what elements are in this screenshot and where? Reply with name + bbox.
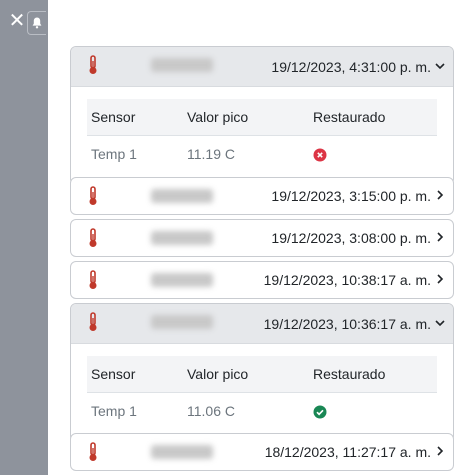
table-row: Temp 1 11.06 C — [87, 393, 437, 430]
device-id-redacted — [151, 445, 213, 459]
thermometer-icon — [89, 442, 97, 461]
alert-date: 19/12/2023, 10:38:17 a. m. — [263, 272, 431, 288]
alert-date: 19/12/2023, 4:31:00 p. m. — [271, 59, 431, 75]
restored-check-icon — [313, 405, 327, 419]
device-id-redacted — [151, 58, 213, 72]
alert-header[interactable]: 18/12/2023, 11:27:17 a. m. — [71, 434, 453, 470]
modal-backdrop: ✕ — [0, 0, 48, 475]
alert-card: 19/12/2023, 10:36:17 a. m. Sensor Valor … — [70, 303, 454, 442]
chevron-right-icon[interactable] — [434, 273, 446, 285]
alert-header[interactable]: 19/12/2023, 10:38:17 a. m. — [71, 262, 453, 298]
alert-card[interactable]: 18/12/2023, 11:27:17 a. m. — [70, 433, 454, 471]
chevron-right-icon[interactable] — [434, 189, 446, 201]
not-restored-icon — [313, 148, 327, 162]
column-header-peak-value: Valor pico — [183, 99, 309, 136]
sensor-cell: Temp 1 — [91, 146, 137, 162]
sensor-cell: Temp 1 — [91, 403, 137, 419]
alert-date: 19/12/2023, 3:15:00 p. m. — [271, 188, 431, 204]
bell-icon[interactable] — [27, 11, 46, 35]
close-icon[interactable]: ✕ — [6, 10, 28, 32]
alert-card[interactable]: 19/12/2023, 10:38:17 a. m. — [70, 261, 454, 299]
alert-date: 18/12/2023, 11:27:17 a. m. — [264, 444, 431, 460]
chevron-down-icon[interactable] — [434, 60, 446, 72]
alert-card[interactable]: 19/12/2023, 3:15:00 p. m. — [70, 177, 454, 215]
device-id-redacted — [151, 231, 213, 245]
chevron-down-icon[interactable] — [434, 317, 446, 329]
column-header-restored: Restaurado — [309, 356, 437, 393]
alert-card[interactable]: 19/12/2023, 3:08:00 p. m. — [70, 219, 454, 257]
alert-header[interactable]: 19/12/2023, 3:08:00 p. m. — [71, 220, 453, 256]
thermometer-icon — [89, 270, 97, 289]
peak-value-cell: 11.06 C — [187, 403, 235, 419]
restored-cell — [309, 136, 437, 173]
alert-details-table: Sensor Valor pico Restaurado Temp 1 11.0… — [87, 356, 437, 429]
device-id-redacted — [151, 189, 213, 203]
chevron-right-icon[interactable] — [434, 231, 446, 243]
thermometer-icon — [89, 55, 97, 74]
table-row: Temp 1 11.19 C — [87, 136, 437, 173]
alert-date: 19/12/2023, 3:08:00 p. m. — [271, 230, 431, 246]
alert-header[interactable]: 19/12/2023, 4:31:00 p. m. — [71, 47, 453, 87]
alert-date: 19/12/2023, 10:36:17 a. m. — [263, 316, 431, 332]
thermometer-icon — [89, 228, 97, 247]
device-id-redacted — [151, 273, 213, 287]
alerts-panel: 19/12/2023, 4:31:00 p. m. Sensor Valor p… — [48, 0, 464, 475]
alert-header[interactable]: 19/12/2023, 10:36:17 a. m. — [71, 304, 453, 344]
alert-details-table: Sensor Valor pico Restaurado Temp 1 11.1… — [87, 99, 437, 172]
chevron-right-icon[interactable] — [434, 445, 446, 457]
column-header-sensor: Sensor — [87, 99, 183, 136]
column-header-restored: Restaurado — [309, 99, 437, 136]
alert-header[interactable]: 19/12/2023, 3:15:00 p. m. — [71, 178, 453, 214]
alert-card: 19/12/2023, 4:31:00 p. m. Sensor Valor p… — [70, 46, 454, 185]
restored-cell — [309, 393, 437, 430]
thermometer-icon — [89, 186, 97, 205]
device-id-redacted — [151, 315, 213, 329]
thermometer-icon — [89, 312, 97, 331]
column-header-peak-value: Valor pico — [183, 356, 309, 393]
peak-value-cell: 11.19 C — [187, 146, 235, 162]
column-header-sensor: Sensor — [87, 356, 183, 393]
